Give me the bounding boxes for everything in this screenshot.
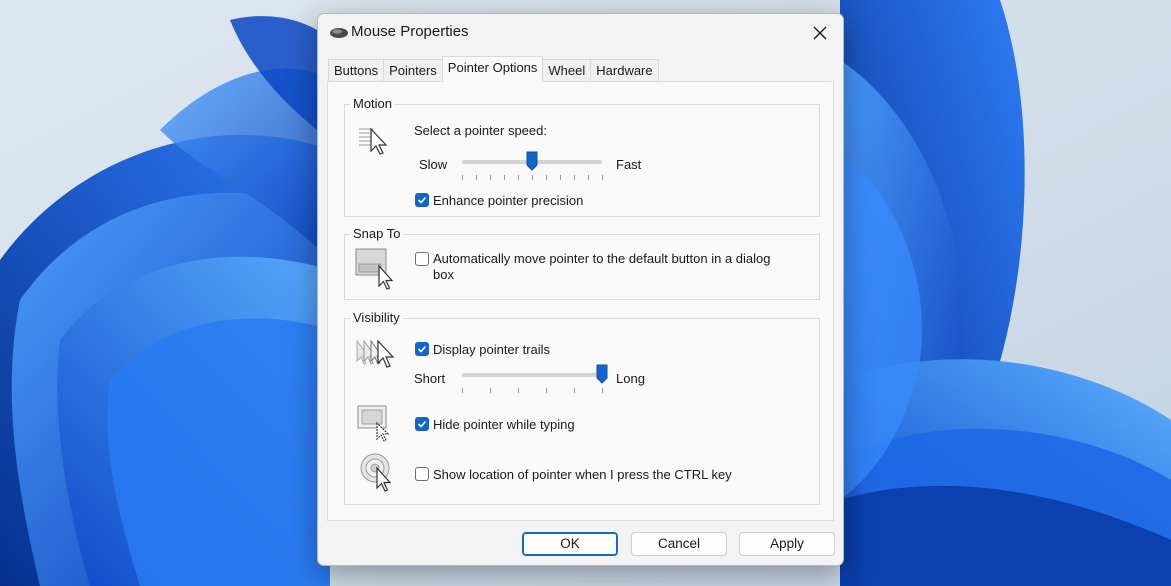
- slider-tick: [462, 388, 463, 393]
- slider-tick: [462, 175, 463, 180]
- visibility-legend: Visibility: [350, 310, 403, 325]
- pointer-location-icon: [360, 453, 392, 492]
- slider-tick: [518, 388, 519, 393]
- tab-strip: Buttons Pointers Pointer Options Wheel H…: [328, 56, 659, 82]
- cancel-button[interactable]: Cancel: [631, 532, 727, 556]
- snap-to-legend: Snap To: [350, 226, 404, 241]
- checkmark-icon: [417, 196, 427, 204]
- pointer-trails-icon: [356, 339, 395, 368]
- trail-length-ticks: [462, 388, 603, 394]
- pointer-trails-label[interactable]: Display pointer trails: [433, 342, 550, 357]
- pointer-trails-checkbox[interactable]: [415, 342, 429, 356]
- motion-group: Motion Select a pointer speed: Slow Fast…: [344, 96, 820, 217]
- mouse-icon: [330, 28, 348, 38]
- tab-buttons[interactable]: Buttons: [328, 59, 385, 82]
- trail-length-slider-thumb[interactable]: [596, 364, 608, 384]
- apply-button[interactable]: Apply: [739, 532, 835, 556]
- snap-to-icon: [355, 248, 394, 290]
- tab-hardware[interactable]: Hardware: [590, 59, 659, 82]
- slider-tick: [588, 175, 589, 180]
- show-location-checkbox[interactable]: [415, 467, 429, 481]
- enhance-precision-label[interactable]: Enhance pointer precision: [433, 193, 583, 208]
- snap-to-label-line2[interactable]: box: [433, 267, 454, 282]
- tab-wheel[interactable]: Wheel: [542, 59, 592, 82]
- long-label: Long: [616, 371, 645, 386]
- show-location-label[interactable]: Show location of pointer when I press th…: [433, 467, 732, 482]
- slider-tick: [602, 388, 603, 393]
- window-title: Mouse Properties: [351, 23, 469, 40]
- pointer-speed-label: Select a pointer speed:: [414, 123, 547, 138]
- pointer-speed-ticks: [462, 175, 603, 181]
- slow-label: Slow: [419, 157, 448, 172]
- slider-tick: [532, 175, 533, 180]
- title-bar[interactable]: Mouse Properties: [318, 14, 843, 54]
- short-label: Short: [414, 371, 446, 386]
- hide-pointer-checkbox[interactable]: [415, 417, 429, 431]
- mouse-properties-dialog: Mouse Properties Buttons Pointers Pointe…: [317, 13, 844, 566]
- visibility-group: Visibility Display pointer trails Short …: [344, 310, 820, 505]
- snap-to-checkbox[interactable]: [415, 252, 429, 266]
- slider-tick: [546, 388, 547, 393]
- slider-tick: [504, 175, 505, 180]
- ok-button[interactable]: OK: [522, 532, 618, 556]
- trail-length-slider-track[interactable]: [462, 373, 602, 377]
- slider-tick: [490, 388, 491, 393]
- motion-legend: Motion: [350, 96, 396, 111]
- hide-pointer-label[interactable]: Hide pointer while typing: [433, 417, 575, 432]
- checkmark-icon: [417, 420, 427, 428]
- slider-tick: [602, 175, 603, 180]
- close-button[interactable]: [803, 18, 837, 48]
- tab-pointers[interactable]: Pointers: [383, 59, 443, 82]
- snap-to-group: Snap To Automatically move pointer to th…: [344, 226, 820, 300]
- pointer-speed-icon: [359, 127, 388, 155]
- slider-tick: [574, 388, 575, 393]
- fast-label: Fast: [616, 157, 642, 172]
- enhance-precision-checkbox[interactable]: [415, 193, 429, 207]
- snap-to-label-line1[interactable]: Automatically move pointer to the defaul…: [433, 251, 771, 266]
- slider-tick: [518, 175, 519, 180]
- slider-tick: [574, 175, 575, 180]
- slider-tick: [560, 175, 561, 180]
- slider-tick: [546, 175, 547, 180]
- slider-tick: [490, 175, 491, 180]
- close-icon: [813, 26, 827, 40]
- hide-pointer-icon: [357, 405, 390, 442]
- pointer-options-panel: Motion Select a pointer speed: Slow Fast…: [327, 81, 834, 521]
- checkmark-icon: [417, 345, 427, 353]
- pointer-speed-slider-thumb[interactable]: [526, 151, 538, 171]
- tab-pointer-options[interactable]: Pointer Options: [441, 56, 544, 82]
- slider-tick: [476, 175, 477, 180]
